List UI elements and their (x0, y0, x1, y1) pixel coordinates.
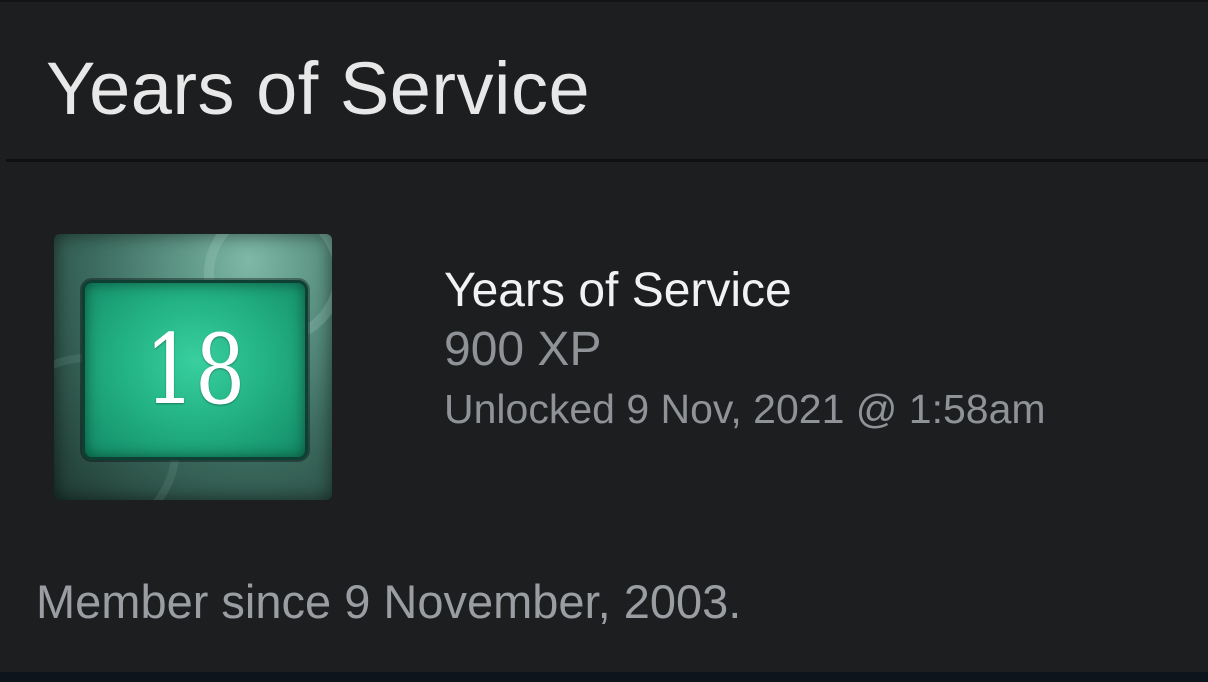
badge-xp: 900 XP (444, 323, 602, 376)
panel-header: Years of Service (6, 2, 1208, 162)
badge-years-number: 18 (144, 314, 246, 426)
badge-screen: 18 (82, 280, 308, 460)
badge-row: 18 Years of Service 900 XP Unlocked 9 No… (0, 162, 1208, 532)
panel-title: Years of Service (46, 47, 591, 130)
years-of-service-badge-icon[interactable]: 18 (54, 234, 332, 500)
badge-info: Years of Service 900 XP Unlocked 9 Nov, … (444, 262, 1046, 438)
badge-name[interactable]: Years of Service (444, 262, 1046, 320)
badge-unlocked-date: Unlocked 9 Nov, 2021 @ 1:58am (444, 386, 1046, 432)
member-since-text: Member since 9 November, 2003. (36, 575, 742, 628)
years-of-service-panel: Years of Service 18 Years of Service 900… (0, 0, 1208, 672)
